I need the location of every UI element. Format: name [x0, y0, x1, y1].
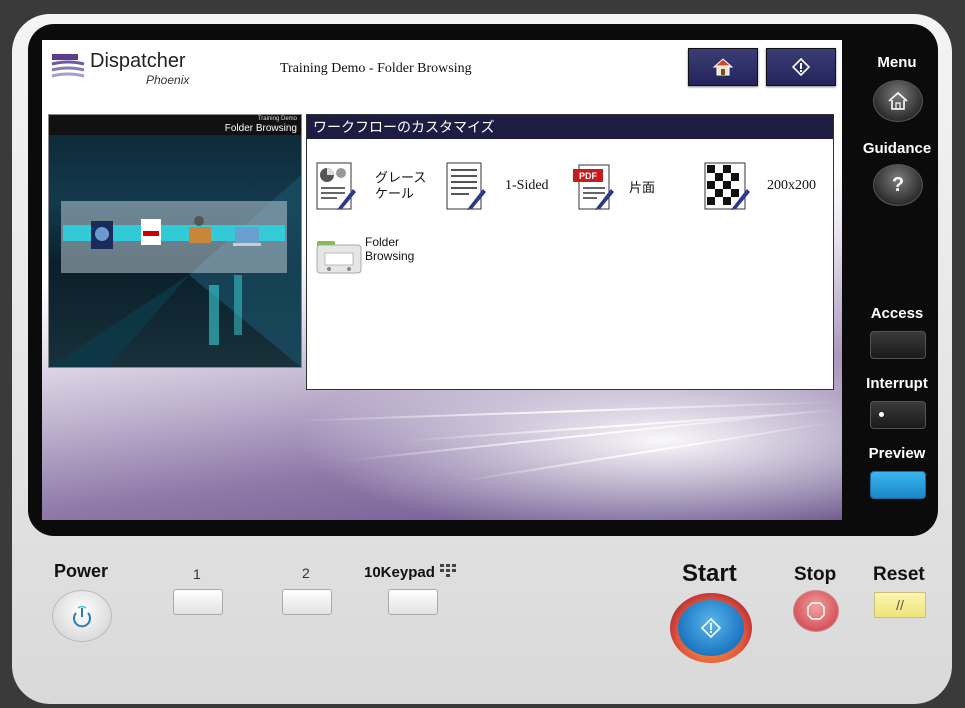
- preview-scene-image: [49, 175, 301, 367]
- light-streak: [461, 420, 838, 482]
- page-title: Training Demo - Folder Browsing: [280, 61, 472, 76]
- option-one-sided[interactable]: 1-Sided: [445, 161, 549, 211]
- option-label-line2: ケール: [375, 186, 415, 201]
- touch-screen: Dispatcher Phoenix Training Demo - Folde…: [42, 40, 842, 520]
- folder-icon: [316, 241, 362, 274]
- preview-small-label: Training Demo: [257, 116, 297, 122]
- keypad-label: 10Keypad: [364, 563, 457, 581]
- preview-label: Preview: [868, 445, 926, 462]
- stop-button[interactable]: [793, 590, 839, 632]
- preview-main-label: Folder Browsing: [224, 123, 297, 134]
- resolution-icon: [704, 162, 750, 210]
- keypad-grid-icon: [440, 564, 457, 577]
- preview-button[interactable]: [870, 471, 926, 499]
- power-label: Power: [54, 561, 109, 581]
- start-diamond-icon: [791, 57, 811, 77]
- guidance-button[interactable]: ?: [873, 164, 923, 206]
- start-label: Start: [682, 560, 737, 587]
- home-outline-icon: [888, 91, 908, 110]
- power-button[interactable]: [52, 590, 112, 642]
- option-label: Folder: [365, 235, 400, 249]
- one-sided-icon: [446, 162, 486, 210]
- option-label: 1-Sided: [505, 178, 549, 193]
- option-label: グレース: [375, 170, 427, 185]
- logo-name: Dispatcher: [90, 50, 186, 72]
- workflow-preview-thumbnail: Training Demo Folder Browsing: [48, 114, 302, 368]
- option-label: 200x200: [767, 178, 816, 193]
- start-workflow-button[interactable]: [766, 48, 836, 86]
- interrupt-button[interactable]: [870, 401, 926, 429]
- reset-label: Reset: [873, 564, 925, 585]
- logo-mark-icon: [51, 54, 85, 78]
- reset-button[interactable]: //: [874, 592, 926, 618]
- logo-sub: Phoenix: [146, 73, 190, 87]
- menu-label: Menu: [877, 54, 917, 71]
- light-streak: [291, 400, 842, 422]
- keypad-button[interactable]: [388, 589, 438, 615]
- key-2-button[interactable]: [282, 589, 332, 615]
- option-pdf-one-sided[interactable]: PDF 片面: [573, 161, 655, 211]
- grayscale-icon: [316, 162, 356, 210]
- question-mark-icon: ?: [891, 173, 905, 196]
- preview-title-bar: Training Demo Folder Browsing: [49, 115, 301, 135]
- home-button[interactable]: [688, 48, 758, 86]
- option-grayscale[interactable]: グレース ケール: [315, 161, 426, 211]
- key-1-label: 1: [193, 566, 201, 582]
- guidance-label: Guidance: [862, 140, 932, 157]
- access-button[interactable]: [870, 331, 926, 359]
- dispatcher-phoenix-logo: Dispatcher Phoenix: [50, 48, 210, 88]
- reset-slash-icon: //: [896, 597, 904, 613]
- stop-octagon-icon: [807, 602, 825, 620]
- power-icon: [73, 605, 91, 628]
- panel-heading: ワークフローのカスタマイズ: [307, 115, 833, 139]
- keypad-label-text: 10Keypad: [364, 564, 435, 581]
- start-diamond-icon: [700, 617, 722, 639]
- key-1-button[interactable]: [173, 589, 223, 615]
- workflow-customize-panel: ワークフローのカスタマイズ グレース ケール 1-Sided PDF 片面 20…: [306, 114, 834, 390]
- menu-button[interactable]: [873, 80, 923, 122]
- option-label-line2: Browsing: [365, 249, 415, 263]
- access-label: Access: [870, 305, 924, 322]
- pdf-badge: PDF: [579, 171, 597, 181]
- pdf-icon: [573, 164, 614, 210]
- option-label: 片面: [629, 179, 656, 195]
- stop-label: Stop: [794, 564, 837, 585]
- start-button[interactable]: [670, 593, 752, 663]
- interrupt-indicator-icon: [879, 412, 884, 417]
- option-resolution[interactable]: 200x200: [703, 161, 816, 211]
- interrupt-label: Interrupt: [866, 375, 928, 392]
- key-2-label: 2: [302, 565, 310, 581]
- home-icon: [712, 58, 734, 76]
- option-folder-browsing[interactable]: Folder Browsing: [315, 235, 414, 275]
